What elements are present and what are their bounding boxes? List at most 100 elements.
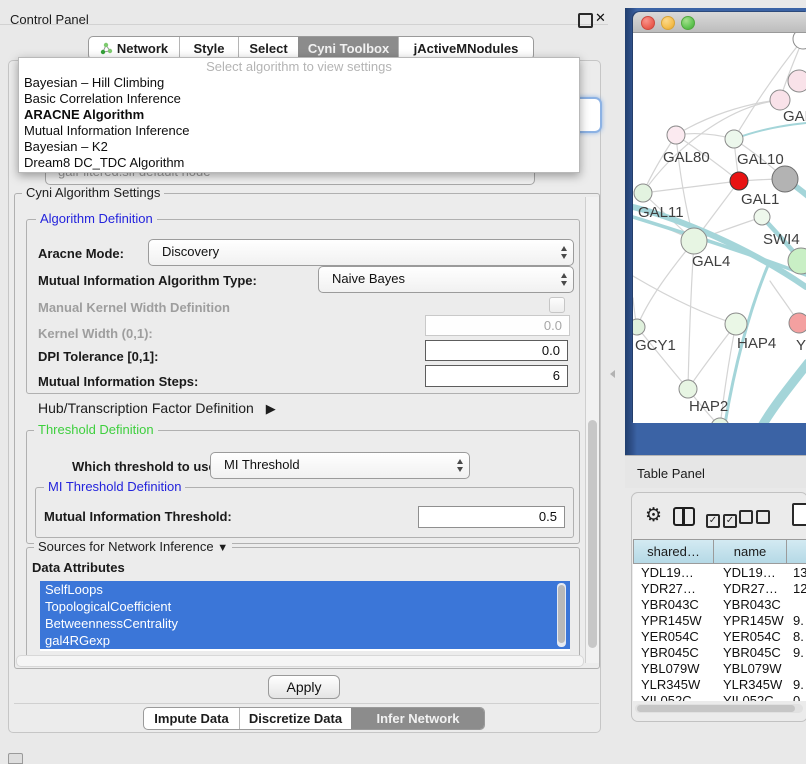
table-cell: 0. xyxy=(793,693,804,701)
column-layout-icon[interactable] xyxy=(673,507,695,526)
tab-select[interactable]: Select xyxy=(238,37,298,59)
table-row[interactable]: YDL19…YDL19…13 xyxy=(633,564,806,580)
settings-vertical-scrollbar-thumb[interactable] xyxy=(588,420,597,648)
table-row[interactable]: YBR043CYBR043C xyxy=(633,596,806,612)
algorithm-option-bayesian-hill-climbing[interactable]: Bayesian – Hill Climbing xyxy=(19,75,579,91)
attributes-scrollbar[interactable] xyxy=(557,583,566,647)
network-node-GCY1[interactable] xyxy=(633,319,645,335)
network-node-node-top-right[interactable] xyxy=(793,33,806,49)
algorithm-option-aracne-algorithm[interactable]: ARACNE Algorithm xyxy=(19,107,579,123)
table-cell: YIL052C xyxy=(723,693,774,701)
network-node-label-HAP2: HAP2 xyxy=(689,398,728,415)
network-node-label-SWI4: SWI4 xyxy=(763,231,800,248)
attribute-item-betweennesscentrality[interactable]: BetweennessCentrality xyxy=(40,615,570,632)
unchecked-box-icon[interactable] xyxy=(756,510,770,524)
network-node-SWI4[interactable] xyxy=(754,209,770,225)
table-horizontal-scrollbar[interactable] xyxy=(635,704,803,713)
deselect-all-checkboxes-icon[interactable] xyxy=(739,510,773,529)
network-node-GAL4[interactable] xyxy=(681,228,707,254)
gear-icon[interactable]: ⚙ xyxy=(645,504,662,527)
tab-style[interactable]: Style xyxy=(179,37,238,59)
aracne-mode-combobox[interactable]: Discovery xyxy=(148,239,574,266)
table-header: shared…name xyxy=(633,539,806,564)
splitter-collapse-icon[interactable] xyxy=(610,370,615,378)
network-node-node-gray[interactable] xyxy=(772,166,798,192)
attribute-item-gal4rgexp[interactable]: gal4RGexp xyxy=(40,632,570,649)
table-row[interactable]: YIL052CYIL052C0. xyxy=(633,692,806,701)
checked-box-icon[interactable]: ✓ xyxy=(723,514,737,528)
column-header-extra[interactable] xyxy=(787,539,806,564)
algorithm-option-bayesian-k2[interactable]: Bayesian – K2 xyxy=(19,139,579,155)
table-row[interactable]: YBL079WYBL079W xyxy=(633,660,806,676)
checked-box-icon[interactable]: ✓ xyxy=(706,514,720,528)
attributes-scrollbar-thumb[interactable] xyxy=(558,585,565,643)
settings-horizontal-scrollbar[interactable] xyxy=(16,655,584,667)
hub-definition-toggle[interactable]: Hub/Transcription Factor Definition ▶ xyxy=(38,400,276,417)
table-row[interactable]: YPR145WYPR145W9. xyxy=(633,612,806,628)
dpi-tolerance-field[interactable]: 0.0 xyxy=(425,340,568,361)
algorithm-option-mutual-information-inference[interactable]: Mutual Information Inference xyxy=(19,123,579,139)
mac-zoom-button[interactable] xyxy=(681,16,695,30)
table-cell: 9. xyxy=(793,645,804,660)
algorithm-option-basic-correlation-inference[interactable]: Basic Correlation Inference xyxy=(19,91,579,107)
combo-stepper-icon xyxy=(561,273,567,286)
column-header-name[interactable]: name xyxy=(714,539,787,564)
manual-kernel-width-checkbox[interactable] xyxy=(549,297,565,313)
column-header-shared[interactable]: shared… xyxy=(633,539,714,564)
algorithm-dropdown-popup: Select algorithm to view settings Bayesi… xyxy=(18,57,580,173)
close-icon[interactable]: ✕ xyxy=(595,10,606,26)
data-attributes-list[interactable]: SelfLoopsTopologicalCoefficientBetweenne… xyxy=(40,581,570,651)
which-threshold-combobox[interactable]: MI Threshold xyxy=(210,452,470,479)
mi-threshold-field[interactable]: 0.5 xyxy=(418,506,565,528)
table-row[interactable]: YBR045CYBR045C9. xyxy=(633,644,806,660)
table-cell: 12 xyxy=(793,581,806,596)
network-node-node-pink-edge[interactable] xyxy=(788,70,806,92)
combo-stepper-icon xyxy=(561,246,567,259)
kernel-width-field[interactable]: 0.0 xyxy=(425,315,570,336)
network-node-GAL80[interactable] xyxy=(667,126,685,144)
mac-minimize-button[interactable] xyxy=(661,16,675,30)
tab-impute-data[interactable]: Impute Data xyxy=(144,708,239,729)
mac-close-button[interactable] xyxy=(641,16,655,30)
network-node-GAL7[interactable] xyxy=(770,90,790,110)
network-node-node-salmon[interactable] xyxy=(789,313,806,333)
attribute-item-topologicalcoefficient[interactable]: TopologicalCoefficient xyxy=(40,598,570,615)
table-horizontal-scrollbar-thumb[interactable] xyxy=(637,705,795,712)
network-node-GAL11[interactable] xyxy=(634,184,652,202)
network-node-GAL10[interactable] xyxy=(725,130,743,148)
document-icon[interactable] xyxy=(792,503,806,526)
settings-vertical-scrollbar[interactable] xyxy=(585,197,599,663)
tab-infer-network[interactable]: Infer Network xyxy=(351,708,484,729)
table-row[interactable]: YLR345WYLR345W9. xyxy=(633,676,806,692)
network-node-GAL1[interactable] xyxy=(730,172,748,190)
table-cell: YBR045C xyxy=(641,645,699,660)
table-cell: 9. xyxy=(793,613,804,628)
float-window-icon[interactable] xyxy=(578,13,593,28)
algorithm-option-dream8-dc-tdc-algorithm[interactable]: Dream8 DC_TDC Algorithm xyxy=(19,155,579,171)
tab-cyni-toolbox[interactable]: Cyni Toolbox xyxy=(298,37,398,59)
network-canvas[interactable]: GAL7GAL80GAL10GAL1GAL11SWI4GAL4GCY1HAP4Y… xyxy=(633,33,806,423)
table-cell: YER054C xyxy=(723,629,781,644)
network-node-HAP4[interactable] xyxy=(725,313,747,335)
network-edge-teal xyxy=(734,123,806,139)
table-row[interactable]: YDR27…YDR27…12 xyxy=(633,580,806,596)
tab-jactivemnodules[interactable]: jActiveMNodules xyxy=(398,37,533,59)
select-all-checkboxes-icon[interactable]: ✓✓ xyxy=(706,510,740,528)
collapse-arrow-icon[interactable]: ▼ xyxy=(217,542,228,554)
apply-button[interactable]: Apply xyxy=(268,675,340,699)
unchecked-box-icon[interactable] xyxy=(739,510,753,524)
table-row[interactable]: YER054CYER054C8. xyxy=(633,628,806,644)
sources-group-title[interactable]: Sources for Network Inference ▼ xyxy=(34,540,232,555)
network-window-titlebar[interactable] xyxy=(633,12,806,33)
table-cell: YBL079W xyxy=(723,661,782,676)
network-edge xyxy=(637,241,694,327)
tab-discretize-data[interactable]: Discretize Data xyxy=(239,708,351,729)
minimized-panel-icon[interactable] xyxy=(8,753,23,764)
attribute-item-selfloops[interactable]: SelfLoops xyxy=(40,581,570,598)
network-graph[interactable]: GAL7GAL80GAL10GAL1GAL11SWI4GAL4GCY1HAP4Y… xyxy=(633,33,806,423)
mi-algorithm-type-combobox[interactable]: Naive Bayes xyxy=(318,266,574,293)
expand-arrow-icon[interactable]: ▶ xyxy=(266,401,276,416)
tab-network[interactable]: Network xyxy=(89,37,179,59)
mi-steps-field[interactable]: 6 xyxy=(425,365,568,387)
network-node-HAP2[interactable] xyxy=(679,380,697,398)
